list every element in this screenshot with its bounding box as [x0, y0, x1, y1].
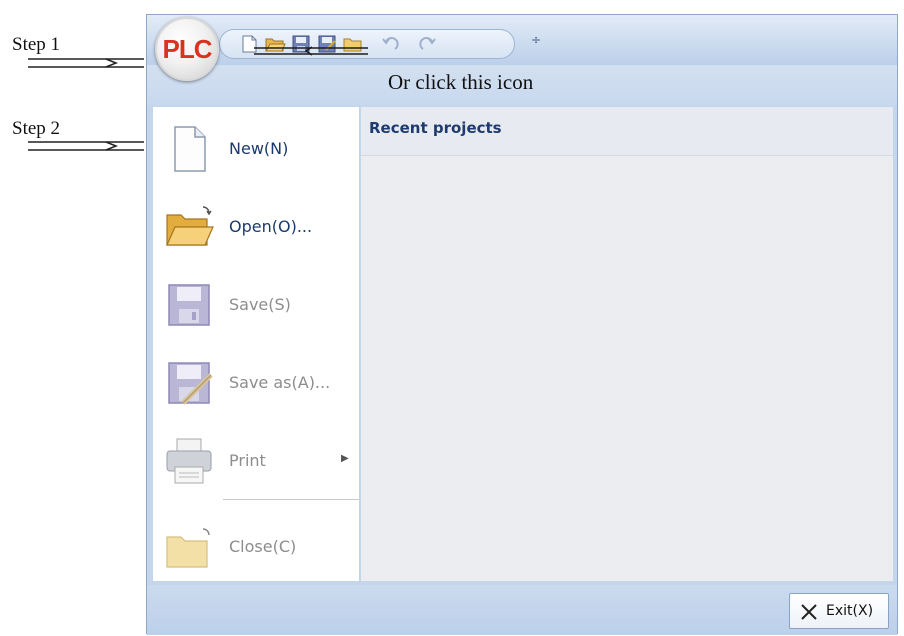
application-window: ÷ PLC New(N) Open(O)... Save(S) Save as(… — [146, 14, 898, 635]
save-as-icon — [168, 362, 213, 405]
caption-arrow-icon — [254, 46, 368, 56]
application-orb-button[interactable]: PLC — [155, 17, 219, 81]
submenu-arrow-icon: ▶ — [341, 453, 349, 464]
menu-footer: Exit(X) — [147, 585, 897, 635]
menu-item-label: New(N) — [229, 139, 289, 158]
close-folder-icon — [166, 528, 210, 568]
new-document-icon — [174, 126, 206, 172]
menu-item-save-as[interactable]: Save as(A)... — [153, 347, 359, 417]
toolbar-customize-dropdown[interactable]: ÷ — [531, 33, 541, 47]
step-2-arrow-icon — [28, 141, 144, 151]
open-folder-icon — [166, 206, 214, 246]
caption-text: Or click this icon — [388, 70, 534, 94]
title-bar: ÷ PLC — [147, 15, 897, 81]
menu-item-new[interactable]: New(N) — [153, 113, 359, 183]
application-menu: New(N) Open(O)... Save(S) Save as(A)... … — [153, 107, 360, 581]
step-2-label: Step 2 — [12, 118, 61, 139]
close-icon — [801, 604, 817, 620]
save-icon — [168, 284, 210, 326]
recent-projects-panel: Recent projects — [361, 107, 893, 581]
step-1-arrow-icon — [28, 58, 144, 68]
menu-item-label: Save(S) — [229, 295, 291, 314]
menu-separator — [223, 499, 359, 500]
exit-button-label: Exit(X) — [826, 603, 874, 619]
menu-item-print[interactable]: Print ▶ — [153, 425, 359, 495]
step-1-label: Step 1 — [12, 34, 61, 55]
exit-button[interactable]: Exit(X) — [789, 593, 889, 629]
menu-item-open[interactable]: Open(O)... — [153, 191, 359, 261]
quick-access-toolbar — [219, 29, 515, 59]
redo-icon[interactable] — [416, 34, 438, 54]
orb-logo-text: PLC — [162, 33, 213, 64]
menu-item-save[interactable]: Save(S) — [153, 269, 359, 339]
recent-projects-title: Recent projects — [369, 119, 502, 137]
menu-item-close[interactable]: Close(C) — [153, 511, 359, 581]
undo-icon[interactable] — [380, 34, 402, 54]
menu-item-label: Print — [229, 451, 266, 470]
menu-item-label: Save as(A)... — [229, 373, 331, 392]
recent-projects-header: Recent projects — [361, 107, 893, 156]
menu-item-label: Close(C) — [229, 537, 297, 556]
printer-icon — [166, 438, 212, 484]
menu-item-label: Open(O)... — [229, 217, 313, 236]
